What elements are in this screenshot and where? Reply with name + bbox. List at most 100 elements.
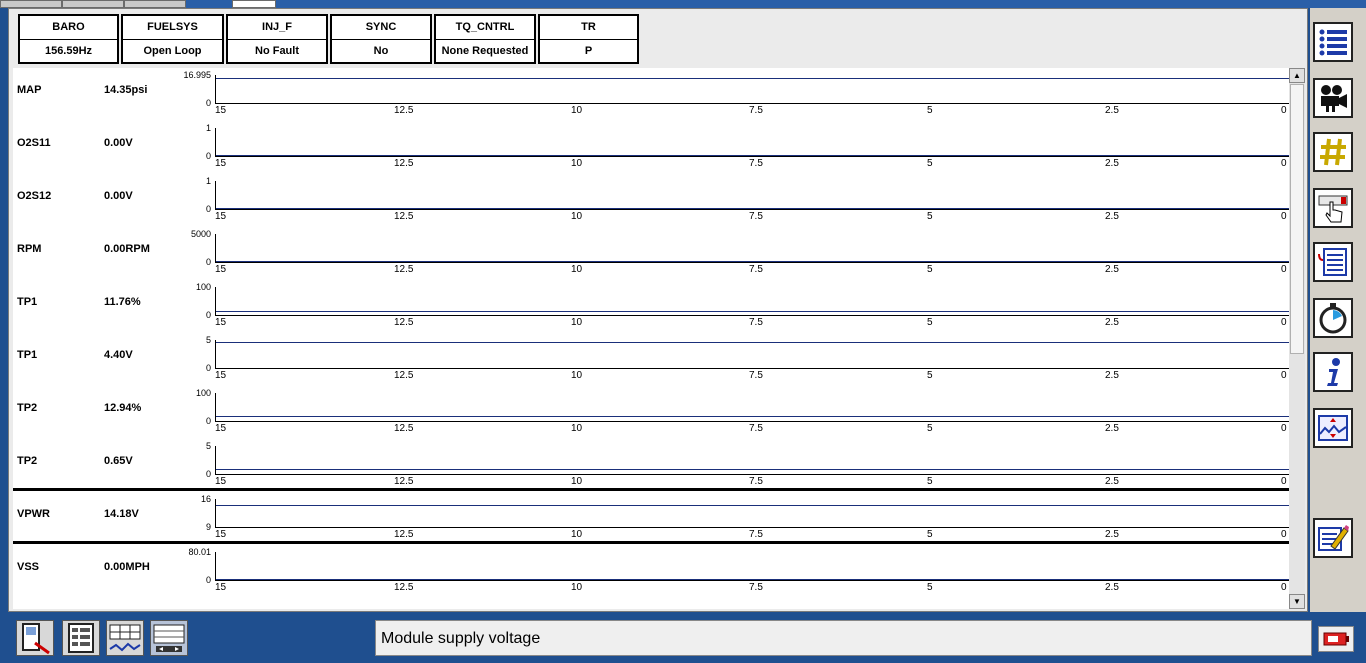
y-axis-min: 0 — [205, 363, 211, 373]
scroll-up-button[interactable]: ▲ — [1289, 68, 1305, 83]
graph-plot[interactable] — [215, 128, 1289, 157]
pid-box-title: INJ_F — [228, 16, 326, 40]
graph-row-rpm[interactable]: RPM 0.00RPM 5000 0 15 12.5 10 7.5 5 2.5 0 — [13, 227, 1289, 280]
graph-plot[interactable] — [215, 552, 1289, 581]
clear-edit-icon[interactable] — [1313, 518, 1353, 558]
x-axis-tick-label: 15 — [215, 582, 227, 593]
movie-camera-icon[interactable] — [1313, 78, 1353, 118]
x-axis-tick-label: 7.5 — [749, 264, 763, 275]
y-axis-max: 80.01 — [188, 547, 211, 557]
graph-plot[interactable] — [215, 340, 1289, 369]
x-axis-tick-label: 12.5 — [394, 529, 414, 540]
graph-row-o2s11[interactable]: O2S11 0.00V 1 0 15 12.5 10 7.5 5 2.5 0 — [13, 121, 1289, 174]
pid-name: RPM — [17, 243, 42, 255]
x-axis-tick-label: 10 — [571, 264, 583, 275]
x-axis-tick-label: 0 — [1281, 211, 1287, 222]
x-axis-tick-label: 15 — [215, 211, 227, 222]
document-icon[interactable] — [1313, 242, 1353, 282]
pid-value: 0.00V — [104, 137, 133, 149]
module-list-icon[interactable] — [62, 620, 100, 656]
pid-box-value: 156.59Hz — [44, 45, 93, 57]
graph-plot[interactable] — [215, 499, 1289, 528]
graph-row-o2s12[interactable]: O2S12 0.00V 1 0 15 12.5 10 7.5 5 2.5 0 — [13, 174, 1289, 227]
pid-box-sync[interactable]: SYNC No — [330, 14, 432, 64]
x-axis-tick-label: 12.5 — [394, 158, 414, 169]
x-axis-tick-label: 5 — [927, 211, 933, 222]
list-icon[interactable] — [1313, 22, 1353, 62]
status-bar: Module supply voltage — [375, 620, 1312, 656]
top-tab[interactable] — [124, 0, 186, 8]
x-axis-tick-label: 15 — [215, 317, 227, 328]
y-axis-min: 0 — [205, 98, 211, 108]
x-axis-tick-label: 12.5 — [394, 264, 414, 275]
scan-tool-icon[interactable] — [16, 620, 54, 656]
y-axis-max: 5000 — [190, 229, 211, 239]
pid-table-icon[interactable] — [106, 620, 144, 656]
graph-row-tp1[interactable]: TP1 11.76% 100 0 15 12.5 10 7.5 5 2.5 0 — [13, 280, 1289, 333]
x-axis-tick-label: 0 — [1281, 476, 1287, 487]
x-axis-tick-label: 7.5 — [749, 158, 763, 169]
graph-row-map[interactable]: MAP 14.35psi 16.995 0 15 12.5 10 7.5 5 2.5 0 — [13, 68, 1289, 121]
pid-box-fuelsys[interactable]: FUELSYS Open Loop — [121, 14, 224, 64]
datalogger-panel: BARO 156.59Hz FUELSYS Open Loop INJ_F No Faul… — [8, 8, 1308, 612]
pid-name: VSS — [17, 561, 40, 573]
hash-icon[interactable] — [1313, 132, 1353, 172]
y-axis-min: 0 — [205, 575, 211, 585]
graph-plot[interactable] — [215, 393, 1289, 422]
graph-view-icon[interactable] — [150, 620, 188, 656]
pid-box-inj-f[interactable]: INJ_F No Fault — [226, 14, 328, 64]
pid-name: MAP — [17, 84, 42, 96]
graph-plot[interactable] — [215, 75, 1289, 104]
pid-value: 0.65V — [104, 455, 133, 467]
graph-zoom-icon[interactable] — [1313, 408, 1353, 448]
x-axis-tick-label: 10 — [571, 105, 583, 116]
graph-row-tp2[interactable]: TP2 0.65V 5 0 15 12.5 10 7.5 5 2.5 0 — [13, 439, 1289, 492]
y-axis-max: 1 — [205, 123, 211, 133]
top-tab-active[interactable] — [232, 0, 276, 8]
pid-box-value: No — [373, 45, 389, 57]
stopwatch-icon[interactable] — [1313, 298, 1353, 338]
graph-row-tp2[interactable]: TP2 12.94% 100 0 15 12.5 10 7.5 5 2.5 0 — [13, 386, 1289, 439]
x-axis-tick-label: 0 — [1281, 158, 1287, 169]
battery-icon — [1318, 626, 1354, 652]
graph-plot[interactable] — [215, 181, 1289, 210]
y-axis-max: 1 — [205, 176, 211, 186]
x-axis-tick-label: 12.5 — [394, 317, 414, 328]
graph-plot[interactable] — [215, 446, 1289, 475]
graph-trace-line — [216, 208, 1289, 209]
pid-box-baro[interactable]: BARO 156.59Hz — [18, 14, 119, 64]
graph-trace-line — [216, 311, 1289, 312]
graph-trace-line — [216, 579, 1289, 580]
scroll-down-button[interactable]: ▼ — [1289, 594, 1305, 609]
x-axis-tick-label: 5 — [927, 158, 933, 169]
pid-name: O2S11 — [17, 137, 51, 149]
x-axis-tick-label: 10 — [571, 423, 583, 434]
x-axis-tick-label: 2.5 — [1105, 211, 1119, 222]
graph-row-vss[interactable]: VSS 0.00MPH 80.01 0 15 12.5 10 7.5 5 2.5 0 — [13, 541, 1289, 598]
vertical-scrollbar[interactable]: ▲ ▼ — [1289, 68, 1305, 609]
pid-name: VPWR — [17, 508, 50, 520]
info-icon[interactable] — [1313, 352, 1353, 392]
x-axis-tick-label: 10 — [571, 317, 583, 328]
row-separator — [13, 541, 1289, 544]
pointer-hand-icon[interactable] — [1313, 188, 1353, 228]
top-tab[interactable] — [0, 0, 62, 8]
x-axis-tick-label: 7.5 — [749, 211, 763, 222]
pid-box-title: FUELSYS — [123, 16, 222, 40]
x-axis-tick-label: 2.5 — [1105, 317, 1119, 328]
scroll-thumb[interactable] — [1290, 84, 1304, 354]
pid-box-tq-cntrl[interactable]: TQ_CNTRL None Requested — [434, 14, 536, 64]
graph-plot[interactable] — [215, 234, 1289, 263]
graph-plot[interactable] — [215, 287, 1289, 316]
graph-row-tp1[interactable]: TP1 4.40V 5 0 15 12.5 10 7.5 5 2.5 0 — [13, 333, 1289, 386]
graph-row-vpwr[interactable]: VPWR 14.18V 16 9 15 12.5 10 7.5 5 2.5 0 — [13, 488, 1289, 545]
top-tab[interactable] — [62, 0, 124, 8]
x-axis-tick-label: 7.5 — [749, 423, 763, 434]
x-axis-tick-label: 5 — [927, 476, 933, 487]
x-axis-tick-label: 5 — [927, 105, 933, 116]
pid-name: O2S12 — [17, 190, 52, 202]
x-axis-tick-label: 12.5 — [394, 370, 414, 381]
x-axis-tick-label: 5 — [927, 317, 933, 328]
pid-box-tr[interactable]: TR P — [538, 14, 639, 64]
x-axis-tick-label: 10 — [571, 211, 583, 222]
